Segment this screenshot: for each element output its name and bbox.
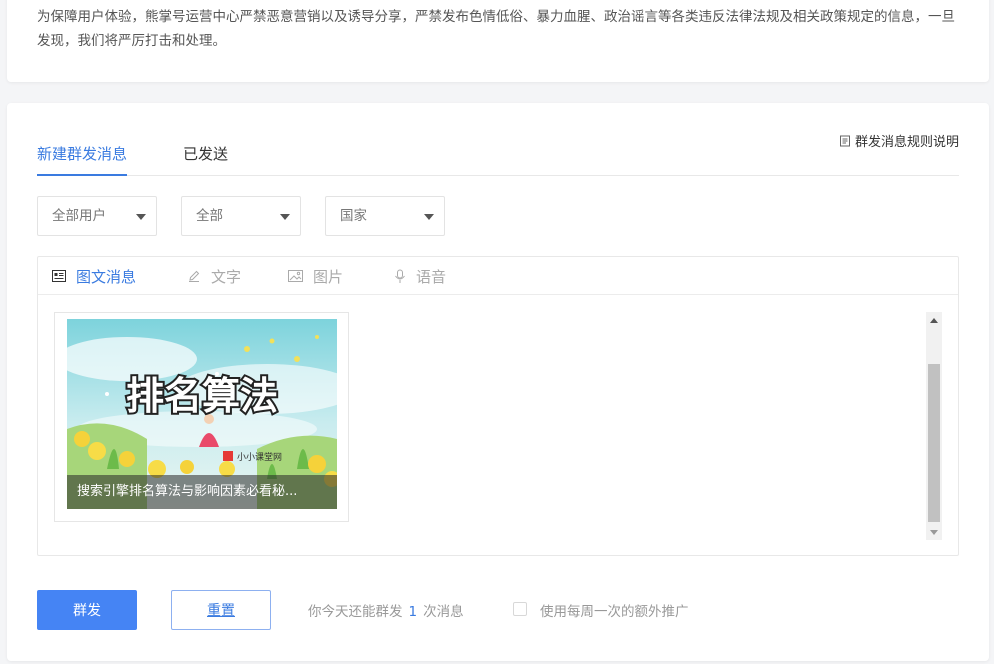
reset-button[interactable]: 重置 xyxy=(171,590,271,630)
image-icon xyxy=(288,270,303,282)
chevron-down-icon xyxy=(424,214,434,220)
cover-watermark: 小小课堂网 xyxy=(237,451,282,463)
quota-suffix: 次消息 xyxy=(423,604,464,620)
user-filter-select[interactable]: 全部用户 xyxy=(37,196,157,236)
message-tabs: 新建群发消息 已发送 xyxy=(37,143,959,176)
article-preview-card[interactable]: 排名算法 小小课堂网 搜索引擎排名算法与影响因素必看秘... xyxy=(54,312,349,522)
tab-text-label: 文字 xyxy=(211,267,242,286)
article-icon xyxy=(52,270,66,282)
scroll-up-arrow[interactable] xyxy=(926,312,942,328)
article-cover-image: 排名算法 小小课堂网 搜索引擎排名算法与影响因素必看秘... xyxy=(67,319,337,509)
message-editor: 图文消息 文字 图片 语音 排名算法 小小课堂网 搜索引擎排名算法与影响因素必看… xyxy=(37,256,959,556)
tab-text-message[interactable]: 文字 xyxy=(187,257,241,295)
tab-article-label: 图文消息 xyxy=(76,267,137,286)
tab-image-message[interactable]: 图片 xyxy=(288,257,343,295)
content-type-tabs: 图文消息 文字 图片 语音 xyxy=(38,257,958,295)
quota-prefix: 你今天还能群发 xyxy=(308,604,403,620)
group-filter-select[interactable]: 全部 xyxy=(181,196,301,236)
weekly-promo-label: 使用每周一次的额外推广 xyxy=(540,604,689,620)
tab-new-broadcast[interactable]: 新建群发消息 xyxy=(37,143,128,176)
chevron-down-icon xyxy=(280,214,290,220)
article-title: 搜索引擎排名算法与影响因素必看秘... xyxy=(67,475,337,509)
tab-sent[interactable]: 已发送 xyxy=(183,143,228,176)
tab-article-message[interactable]: 图文消息 xyxy=(52,257,136,295)
quota-count: 1 xyxy=(408,604,418,620)
chevron-down-icon xyxy=(136,214,146,220)
country-filter-select[interactable]: 国家 xyxy=(325,196,445,236)
user-filter-value: 全部用户 xyxy=(52,208,106,224)
notice-card: 为保障用户体验，熊掌号运营中心严禁恶意营销以及诱导分享，严禁发布色情低俗、暴力血… xyxy=(7,0,989,82)
notice-text: 为保障用户体验，熊掌号运营中心严禁恶意营销以及诱导分享，严禁发布色情低俗、暴力血… xyxy=(37,9,955,49)
rules-link-label: 群发消息规则说明 xyxy=(854,135,959,150)
microphone-icon xyxy=(394,269,406,284)
document-icon xyxy=(839,135,851,147)
editor-scrollbar[interactable] xyxy=(926,312,942,540)
weekly-promo-checkbox[interactable] xyxy=(513,602,527,616)
tab-voice-message[interactable]: 语音 xyxy=(394,257,446,295)
tab-voice-label: 语音 xyxy=(416,267,447,286)
tab-image-label: 图片 xyxy=(313,267,344,286)
group-filter-value: 全部 xyxy=(196,208,223,224)
cover-title-text: 排名算法 xyxy=(126,374,278,418)
rules-link[interactable]: 群发消息规则说明 xyxy=(839,131,959,150)
scroll-thumb[interactable] xyxy=(928,364,940,522)
broadcast-panel: 新建群发消息 已发送 群发消息规则说明 全部用户 全部 国家 图文消息 文字 图… xyxy=(7,103,989,661)
send-broadcast-button[interactable]: 群发 xyxy=(37,590,137,630)
pencil-icon xyxy=(187,269,201,283)
scroll-down-arrow[interactable] xyxy=(926,524,942,540)
country-filter-value: 国家 xyxy=(340,208,367,224)
quota-text: 你今天还能群发 1 次消息 xyxy=(308,600,464,620)
